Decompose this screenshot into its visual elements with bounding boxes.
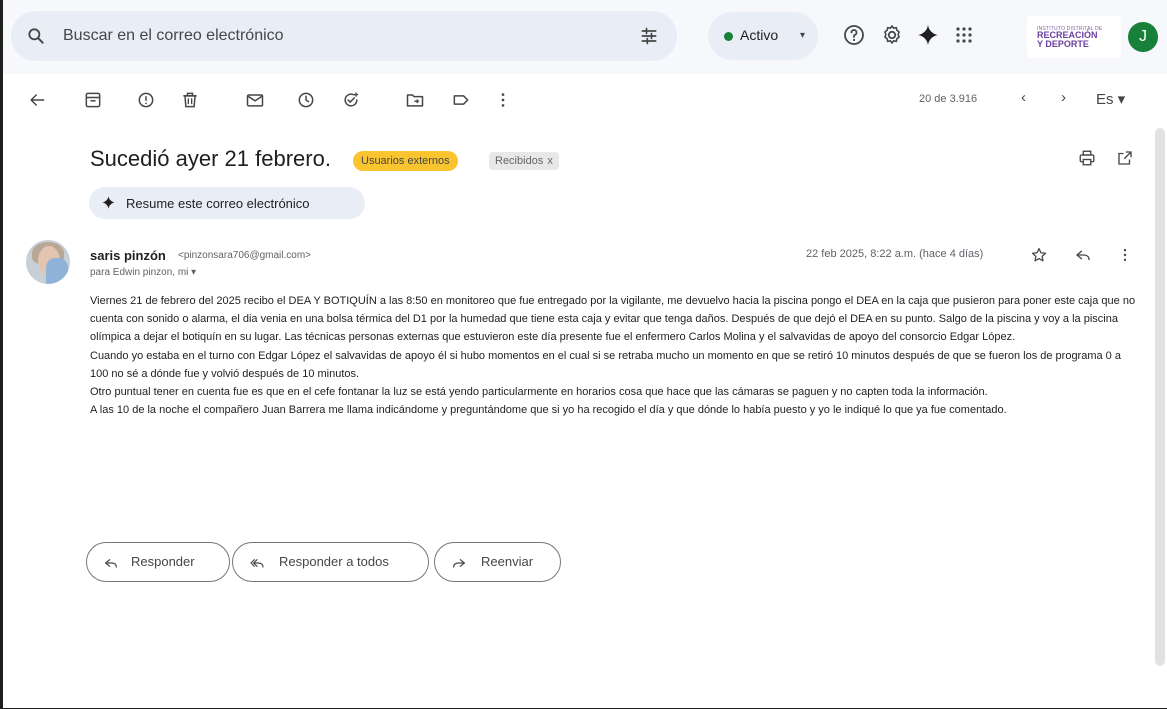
reply-icon[interactable] [1074, 246, 1092, 264]
mark-unread-icon[interactable] [245, 90, 265, 110]
email-body: Viernes 21 de febrero del 2025 recibo el… [90, 292, 1140, 419]
email-subject: Sucedió ayer 21 febrero. [90, 146, 331, 171]
avatar-shoulder [46, 258, 68, 284]
search-bar[interactable]: Buscar en el correo electrónico [11, 11, 677, 61]
star-icon[interactable] [1030, 246, 1048, 264]
top-bar: Buscar en el correo electrónico Activo ▾… [3, 0, 1167, 74]
inbox-label[interactable]: Recibidos x [489, 152, 559, 170]
status-label: Activo [740, 27, 779, 43]
snooze-clock-icon[interactable] [296, 90, 316, 110]
body-paragraph: Cuando yo estaba en el turno con Edgar L… [90, 349, 1121, 380]
search-options-icon[interactable] [639, 26, 659, 46]
forward-icon [453, 559, 465, 568]
archive-icon[interactable] [83, 90, 103, 110]
logo-word-deporte: Y DEPORTE [1037, 39, 1089, 49]
open-new-window-icon[interactable] [1116, 149, 1134, 167]
email-date: 22 feb 2025, 8:22 a.m. (hace 4 días) [806, 248, 984, 260]
message-counter: 20 de 3.916 [919, 93, 978, 105]
status-dot [724, 32, 733, 41]
body-paragraph: A las 10 de la noche el compañero Juan B… [90, 404, 1007, 417]
sender-email: <pinzonsara706@gmail.com> [178, 250, 312, 261]
external-users-badge[interactable]: Usuarios externos [353, 151, 458, 171]
inbox-label-text: Recibidos [495, 155, 544, 167]
add-task-icon[interactable] [341, 90, 361, 110]
gear-icon[interactable] [880, 23, 904, 47]
search-icon[interactable] [26, 26, 46, 46]
summarize-email-button[interactable]: Resume este correo electrónico [89, 187, 365, 219]
forward-label: Reenviar [481, 554, 534, 569]
back-arrow-icon[interactable] [27, 90, 47, 110]
delete-icon[interactable] [180, 90, 200, 110]
language-selector[interactable]: Es ▾ [1096, 90, 1125, 108]
status-selector[interactable]: Activo ▾ [708, 12, 818, 60]
reply-all-button[interactable]: Responder a todos [232, 542, 429, 582]
reply-icon [105, 559, 117, 568]
newer-chevron-icon[interactable]: ‹ [1021, 89, 1026, 106]
sparkle-icon[interactable] [916, 23, 940, 47]
summarize-label: Resume este correo electrónico [126, 196, 310, 211]
scrollbar[interactable] [1155, 128, 1165, 666]
older-chevron-icon[interactable]: › [1061, 89, 1066, 106]
recipients-dropdown[interactable]: para Edwin pinzon, mi ▾ [90, 267, 196, 278]
logo-line-2: RECREACIÓN Y DEPORTE [1037, 31, 1098, 49]
more-vert-icon[interactable] [1116, 246, 1134, 264]
forward-button[interactable]: Reenviar [434, 542, 561, 582]
apps-grid-icon[interactable] [952, 23, 976, 47]
label-icon[interactable] [451, 90, 471, 110]
sender-avatar[interactable] [26, 240, 70, 284]
help-icon[interactable] [842, 23, 866, 47]
print-icon[interactable] [1078, 149, 1096, 167]
reply-all-label: Responder a todos [279, 554, 389, 569]
report-spam-icon[interactable] [136, 90, 156, 110]
reply-button[interactable]: Responder [86, 542, 230, 582]
organization-logo[interactable]: INSTITUTO DISTRITAL DE RECREACIÓN Y DEPO… [1027, 16, 1121, 58]
email-view: 20 de 3.916 ‹ › Es ▾ Sucedió ayer 21 feb… [3, 74, 1167, 666]
body-paragraph: Viernes 21 de febrero del 2025 recibo el… [90, 295, 1136, 344]
remove-label-icon[interactable]: x [547, 155, 553, 167]
move-to-folder-icon[interactable] [405, 90, 425, 110]
search-input[interactable]: Buscar en el correo electrónico [63, 27, 284, 45]
chevron-down-icon: ▾ [800, 30, 806, 41]
reply-label: Responder [131, 554, 195, 569]
body-paragraph: Otro puntual tener en cuenta fue es que … [90, 386, 988, 399]
sparkle-icon [102, 196, 115, 209]
reply-all-icon [250, 559, 264, 568]
account-avatar[interactable]: J [1128, 22, 1158, 52]
more-vert-icon[interactable] [493, 90, 513, 110]
sender-name[interactable]: saris pinzón [90, 248, 166, 263]
